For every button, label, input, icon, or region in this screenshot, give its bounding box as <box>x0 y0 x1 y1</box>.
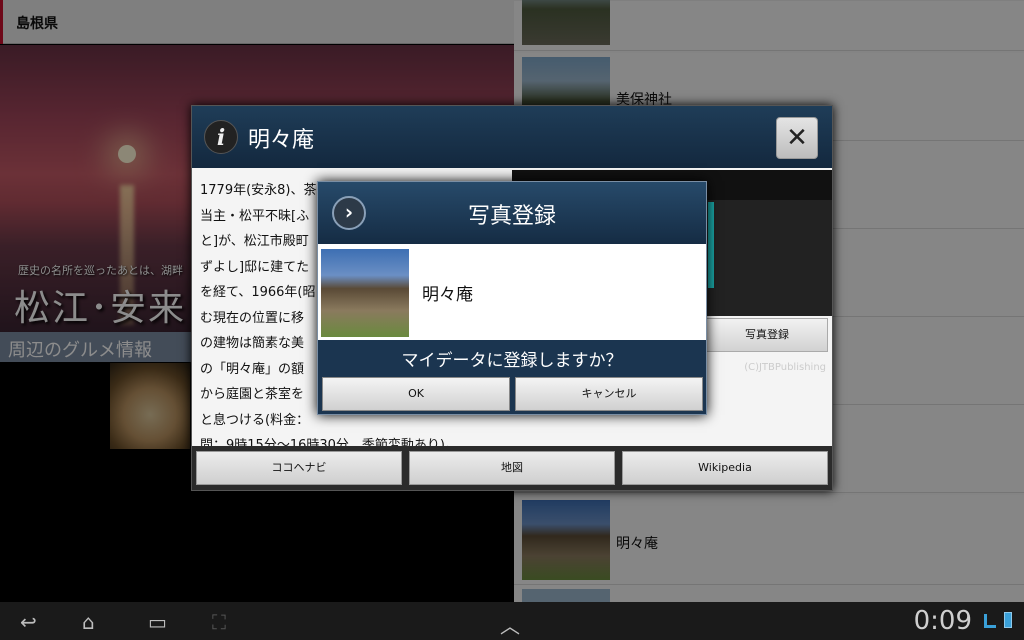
map-button[interactable]: 地図 <box>409 451 615 485</box>
close-button[interactable]: ✕ <box>776 117 818 159</box>
ok-button[interactable]: OK <box>322 377 510 411</box>
info-dialog-actions: ココヘナビ 地図 Wikipedia <box>192 446 832 490</box>
recent-apps-icon[interactable]: ▭ <box>148 610 167 634</box>
register-item-thumbnail <box>321 249 409 337</box>
home-icon[interactable]: ⌂ <box>82 610 95 634</box>
photo-accent <box>708 202 714 288</box>
register-item: 明々庵 <box>318 244 706 340</box>
wikipedia-button[interactable]: Wikipedia <box>622 451 828 485</box>
signal-icon <box>984 614 996 628</box>
register-dialog-title: 写真登録 <box>467 204 556 229</box>
info-dialog-header: i 明々庵 ✕ <box>192 106 832 168</box>
clock: 0:09 <box>913 606 972 636</box>
register-dialog-header: › 写真登録 <box>318 182 706 244</box>
screenshot-icon[interactable]: ⛶ <box>212 610 226 634</box>
back-icon[interactable]: ↩ <box>20 610 37 634</box>
navi-button[interactable]: ココヘナビ <box>196 451 402 485</box>
info-icon: i <box>204 120 238 154</box>
cancel-button[interactable]: キャンセル <box>515 377 703 411</box>
register-question: マイデータに登録しますか？ <box>401 351 623 371</box>
photo-credit: (C)JTBPublishing <box>744 362 826 373</box>
photo-register-button[interactable]: 写真登録 <box>706 318 828 352</box>
battery-icon <box>1004 612 1012 628</box>
register-item-name: 明々庵 <box>422 285 473 305</box>
photo-register-dialog: › 写真登録 明々庵 マイデータに登録しますか？ OK キャンセル <box>317 181 707 415</box>
info-dialog-title: 明々庵 <box>248 128 315 153</box>
chevron-up-icon[interactable]: ︿ <box>500 610 520 639</box>
system-navigation-bar: ↩ ⌂ ▭ ⛶ ︿ 0:09 <box>0 602 1024 640</box>
